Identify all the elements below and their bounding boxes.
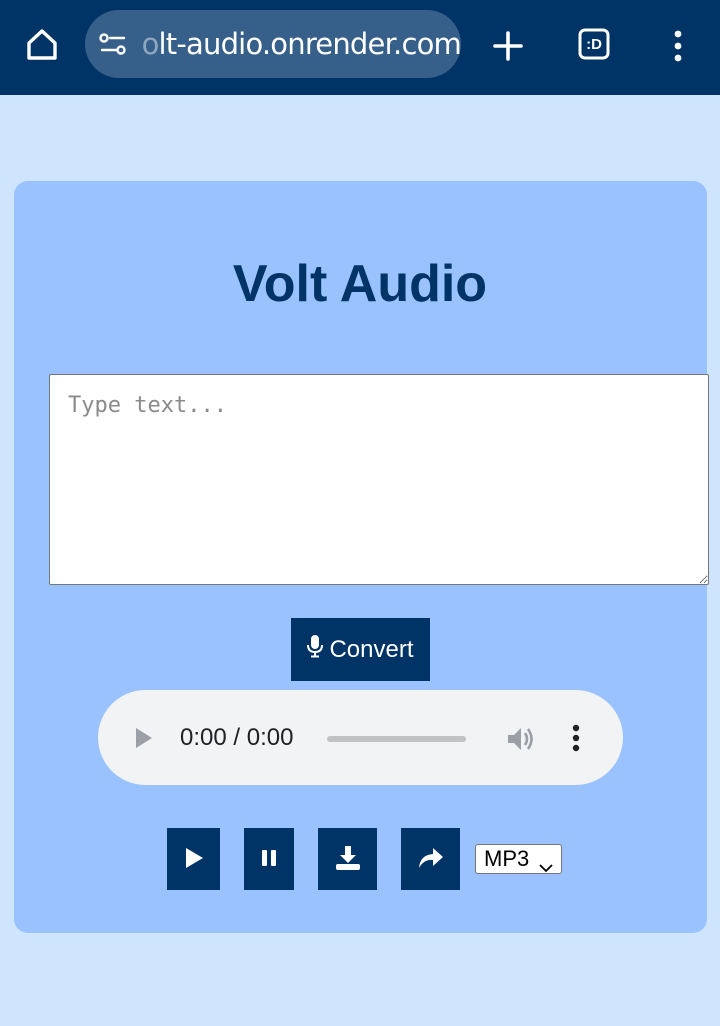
audio-player: 0:00 / 0:00 [98,690,623,785]
url-text: olt-audio.onrender.com [142,27,461,61]
audio-progress-bar[interactable] [327,736,466,742]
convert-button[interactable]: Convert [291,618,430,681]
play-icon [184,847,204,872]
pause-button[interactable] [244,828,294,890]
format-select[interactable]: MP3 [475,844,562,874]
share-button[interactable] [401,828,460,890]
chevron-down-icon [539,853,553,879]
download-icon [335,845,361,874]
more-menu-icon[interactable] [660,24,696,68]
tab-switcher-button[interactable]: :D [576,26,612,62]
volume-icon[interactable] [506,724,536,754]
site-settings-icon[interactable] [97,27,130,61]
microphone-icon [307,634,324,665]
new-tab-icon[interactable] [486,24,530,68]
page-title: Volt Audio [232,255,488,313]
pause-icon [261,849,277,870]
download-button[interactable] [318,828,377,890]
browser-toolbar: olt-audio.onrender.com :D [0,0,720,95]
audio-options-icon[interactable] [566,722,586,754]
audio-time-display: 0:00 / 0:00 [180,724,294,751]
address-bar[interactable]: olt-audio.onrender.com [85,10,461,78]
text-input[interactable] [49,374,709,585]
home-icon[interactable] [20,22,64,66]
url-faded-prefix: o [141,27,160,61]
share-icon [418,847,444,872]
audio-play-icon[interactable] [134,726,154,750]
format-select-value: MP3 [484,846,530,871]
tab-count-label: :D [586,35,602,53]
url-domain: lt-audio.onrender.com [158,27,461,61]
play-button[interactable] [167,828,220,890]
convert-button-label: Convert [329,635,414,663]
